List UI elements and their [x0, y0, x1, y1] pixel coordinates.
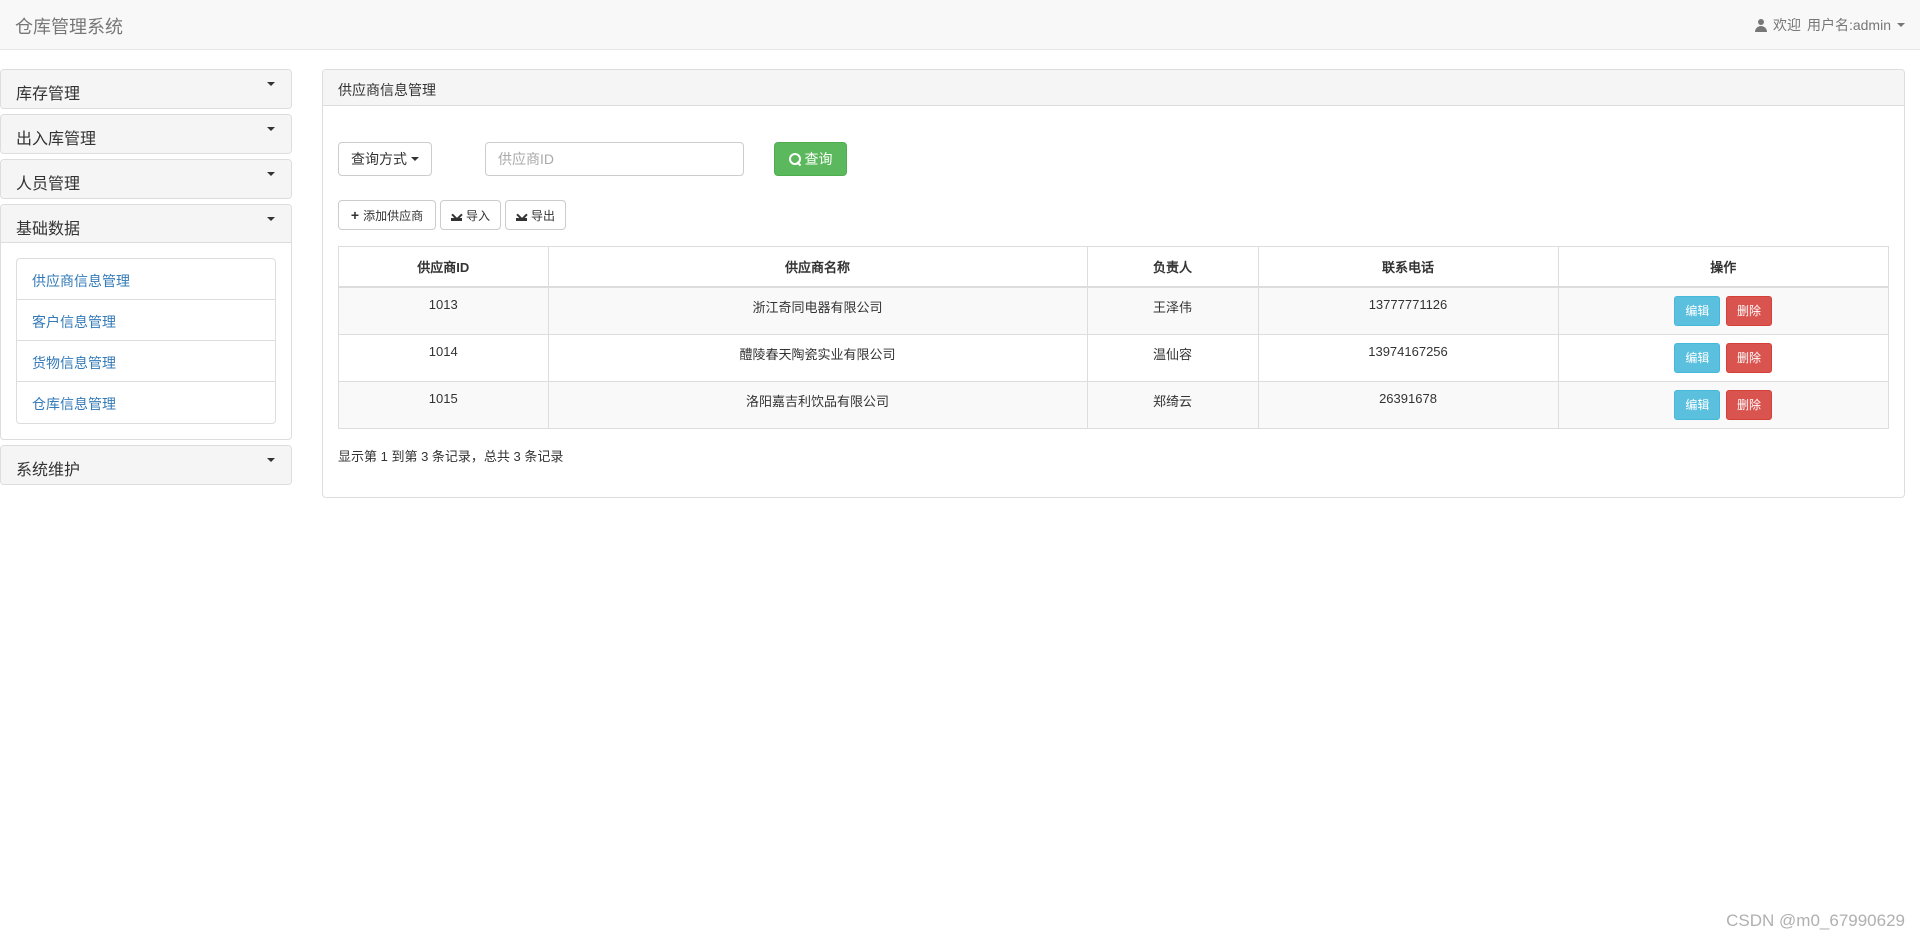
sidebar-section-label: 出入库管理: [16, 131, 97, 148]
search-input[interactable]: [485, 142, 744, 176]
edit-button[interactable]: 编辑: [1674, 296, 1721, 326]
table-header-row: 供应商ID 供应商名称 负责人 联系电话 操作: [339, 247, 1888, 288]
caret-down-icon: [267, 172, 275, 176]
cell-manager: 温仙容: [1087, 333, 1259, 381]
caret-down-icon: [267, 127, 275, 131]
top-navbar: 仓库管理系统 欢迎 用户名:admin: [0, 0, 1920, 50]
chevron-down-icon: [411, 157, 419, 161]
sidebar-item-supplier[interactable]: 供应商信息管理: [17, 259, 275, 300]
sidebar-item-customer[interactable]: 客户信息管理: [17, 300, 275, 341]
add-supplier-label: 添加供应商: [363, 208, 424, 223]
column-header-phone[interactable]: 联系电话: [1258, 247, 1559, 288]
caret-down-icon: [267, 458, 275, 462]
table-row: 1015 洛阳嘉吉利饮品有限公司 郑绮云 26391678 编辑 删除: [339, 380, 1888, 428]
main-panel: 供应商信息管理 查询方式 查询 + 添加供应商 导入 导出 供应商ID 供应商名…: [322, 69, 1905, 498]
sidebar-section-label: 库存管理: [16, 86, 81, 103]
search-icon: [788, 153, 801, 165]
page-title: 供应商信息管理: [323, 70, 1904, 106]
cell-manager: 王泽伟: [1087, 286, 1259, 334]
table-row: 1014 醴陵春天陶瓷实业有限公司 温仙容 13974167256 编辑 删除: [339, 333, 1888, 381]
cell-actions: 编辑 删除: [1558, 380, 1888, 428]
sidebar-section-stock-inout-toggle[interactable]: 出入库管理: [1, 115, 291, 153]
user-menu[interactable]: 欢迎 用户名:admin: [1754, 15, 1905, 35]
caret-down-icon: [267, 217, 275, 221]
sidebar-submenu: 供应商信息管理 客户信息管理 货物信息管理 仓库信息管理: [16, 258, 276, 424]
query-mode-dropdown[interactable]: 查询方式: [338, 142, 432, 176]
cell-manager: 郑绮云: [1087, 380, 1259, 428]
supplier-table: 供应商ID 供应商名称 负责人 联系电话 操作 1013 浙江奇同电器有限公司 …: [338, 246, 1889, 429]
table-row: 1013 浙江奇同电器有限公司 王泽伟 13777771126 编辑 删除: [339, 286, 1888, 334]
export-button[interactable]: 导出: [505, 200, 566, 230]
cell-phone: 26391678: [1258, 380, 1559, 428]
cell-supplier-id: 1013: [339, 286, 549, 334]
plus-icon: +: [350, 207, 360, 223]
user-icon: [1754, 18, 1767, 32]
cell-phone: 13777771126: [1258, 286, 1559, 334]
app-title[interactable]: 仓库管理系统: [15, 13, 123, 39]
sidebar-section-basic-data: 基础数据 供应商信息管理 客户信息管理 货物信息管理 仓库信息管理: [0, 204, 292, 440]
column-header-manager[interactable]: 负责人: [1087, 247, 1259, 288]
sidebar-section-basic-data-toggle[interactable]: 基础数据: [1, 205, 291, 243]
sidebar-section-label: 基础数据: [16, 221, 81, 238]
import-label: 导入: [465, 208, 490, 223]
chevron-down-icon: [1897, 23, 1905, 27]
sidebar: 库存管理 出入库管理 人员管理 基础数据 供应商信息管理 客户信息管理 货物信息…: [0, 69, 292, 490]
sidebar-section-inventory-toggle[interactable]: 库存管理: [1, 70, 291, 108]
add-supplier-button[interactable]: + 添加供应商: [338, 200, 436, 230]
sidebar-section-label: 人员管理: [16, 176, 81, 193]
edit-button[interactable]: 编辑: [1674, 389, 1721, 420]
delete-button[interactable]: 删除: [1726, 389, 1773, 420]
export-icon: [515, 210, 527, 221]
export-label: 导出: [530, 208, 555, 223]
query-mode-label: 查询方式: [351, 151, 407, 167]
cell-actions: 编辑 删除: [1558, 286, 1888, 334]
delete-button[interactable]: 删除: [1726, 342, 1773, 373]
sidebar-section-label: 系统维护: [16, 462, 81, 479]
caret-down-icon: [267, 82, 275, 86]
sidebar-section-system: 系统维护: [0, 445, 292, 485]
edit-button[interactable]: 编辑: [1674, 342, 1721, 373]
pagination-info: 显示第 1 到第 3 条记录，总共 3 条记录: [338, 449, 564, 464]
sidebar-section-personnel: 人员管理: [0, 159, 292, 199]
watermark: CSDN @m0_67990629: [1726, 911, 1905, 930]
search-button-label: 查询: [804, 151, 833, 167]
import-icon: [450, 210, 462, 221]
column-header-name[interactable]: 供应商名称: [548, 247, 1088, 288]
sidebar-section-system-toggle[interactable]: 系统维护: [1, 446, 291, 484]
cell-supplier-name: 醴陵春天陶瓷实业有限公司: [548, 333, 1088, 381]
column-header-actions: 操作: [1558, 247, 1888, 288]
import-button[interactable]: 导入: [440, 200, 501, 230]
sidebar-section-stock-inout: 出入库管理: [0, 114, 292, 154]
sidebar-item-goods[interactable]: 货物信息管理: [17, 341, 275, 382]
column-header-id[interactable]: 供应商ID: [339, 247, 549, 288]
sidebar-section-personnel-toggle[interactable]: 人员管理: [1, 160, 291, 198]
cell-supplier-name: 洛阳嘉吉利饮品有限公司: [548, 380, 1088, 428]
sidebar-section-body: 供应商信息管理 客户信息管理 货物信息管理 仓库信息管理: [1, 243, 291, 439]
cell-supplier-name: 浙江奇同电器有限公司: [548, 286, 1088, 334]
welcome-text: 欢迎: [1772, 17, 1801, 33]
cell-supplier-id: 1014: [339, 333, 549, 381]
cell-actions: 编辑 删除: [1558, 333, 1888, 381]
sidebar-section-inventory: 库存管理: [0, 69, 292, 109]
delete-button[interactable]: 删除: [1726, 296, 1773, 326]
cell-supplier-id: 1015: [339, 380, 549, 428]
username-text: 用户名:admin: [1806, 17, 1891, 33]
search-button[interactable]: 查询: [774, 142, 847, 176]
sidebar-item-warehouse[interactable]: 仓库信息管理: [17, 382, 275, 423]
cell-phone: 13974167256: [1258, 333, 1559, 381]
